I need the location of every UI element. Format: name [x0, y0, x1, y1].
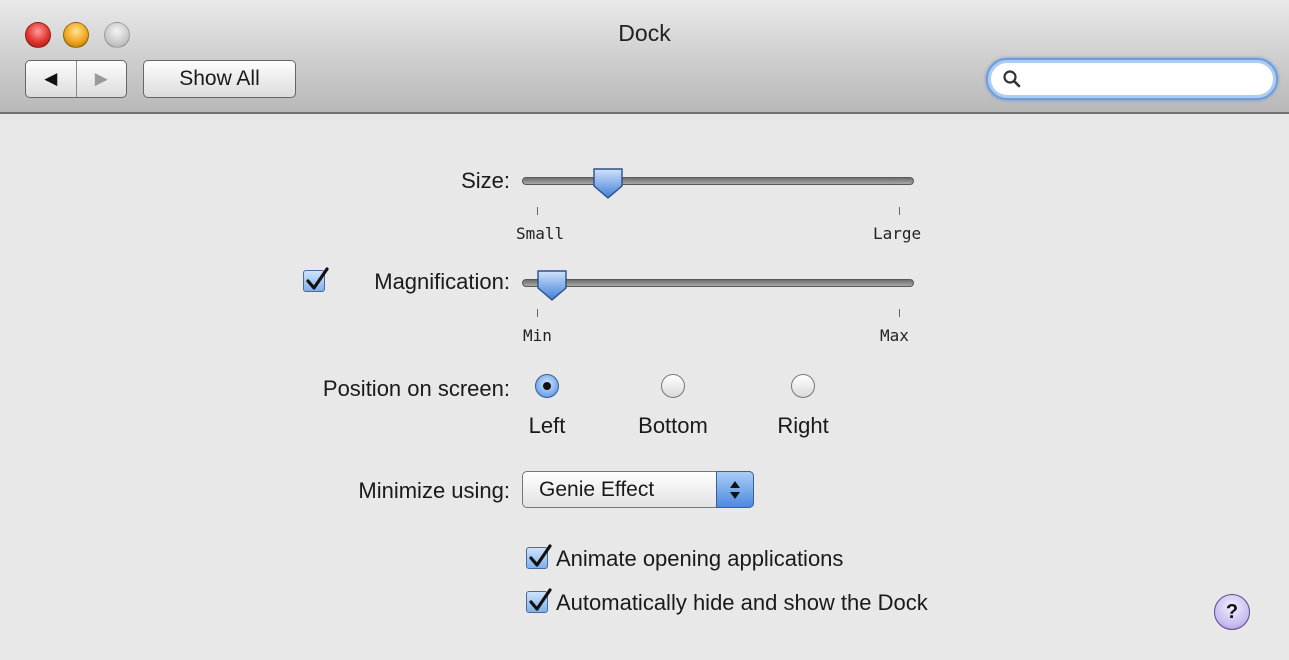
- up-down-arrows-icon: [730, 481, 740, 499]
- magnification-max-label: Max: [880, 326, 909, 345]
- dock-preferences-window: Dock ◀ ▶ Show All Size: Small Large Magn…: [0, 0, 1289, 660]
- size-max-tick: [899, 207, 900, 215]
- magnification-min-label: Min: [523, 326, 552, 345]
- magnification-slider-track[interactable]: [522, 279, 914, 287]
- checkmark-icon: [529, 588, 552, 611]
- minimize-effect-popup[interactable]: Genie Effect: [522, 471, 754, 508]
- popup-arrows: [716, 471, 754, 508]
- size-max-label: Large: [873, 224, 922, 243]
- back-button[interactable]: ◀: [26, 61, 77, 97]
- autohide-checkbox[interactable]: [526, 588, 552, 613]
- position-bottom-label: Bottom: [638, 413, 708, 438]
- position-left-label: Left: [528, 413, 566, 438]
- magnification-label: Magnification:: [374, 269, 510, 294]
- forward-arrow-icon: ▶: [94, 69, 108, 88]
- magnification-min-tick: [537, 309, 538, 317]
- size-label: Size:: [461, 168, 510, 193]
- back-forward-control: ◀ ▶: [25, 60, 127, 98]
- search-field[interactable]: [986, 58, 1278, 100]
- minimize-label: Minimize using:: [358, 478, 510, 503]
- back-arrow-icon: ◀: [44, 69, 58, 88]
- checkmark-icon: [306, 267, 329, 290]
- search-input[interactable]: [1032, 66, 1266, 94]
- size-min-label: Small: [516, 224, 565, 243]
- autohide-label[interactable]: Automatically hide and show the Dock: [556, 590, 928, 616]
- magnification-max-tick: [899, 309, 900, 317]
- size-slider-track[interactable]: [522, 177, 914, 185]
- window-title: Dock: [618, 20, 671, 46]
- help-button[interactable]: ?: [1214, 594, 1250, 630]
- size-slider-thumb[interactable]: [591, 166, 625, 200]
- animate-checkbox[interactable]: [526, 544, 552, 569]
- checkmark-icon: [529, 544, 552, 567]
- title-bar: Dock ◀ ▶ Show All: [0, 0, 1289, 114]
- question-mark-icon: ?: [1225, 600, 1239, 623]
- position-left-radio[interactable]: [535, 374, 559, 398]
- magnification-slider-thumb[interactable]: [535, 268, 569, 302]
- search-icon: [1003, 70, 1021, 88]
- minimize-effect-value: Genie Effect: [539, 478, 655, 501]
- position-right-label: Right: [777, 413, 829, 438]
- preferences-content: Size: Small Large Magnification: Min Max…: [0, 114, 1289, 660]
- magnification-checkbox[interactable]: [303, 267, 329, 292]
- position-bottom-radio[interactable]: [661, 374, 685, 398]
- animate-label[interactable]: Animate opening applications: [556, 546, 843, 572]
- position-label: Position on screen:: [322, 376, 510, 401]
- show-all-button[interactable]: Show All: [143, 60, 296, 98]
- position-right-radio[interactable]: [791, 374, 815, 398]
- forward-button[interactable]: ▶: [77, 61, 127, 97]
- size-min-tick: [537, 207, 538, 215]
